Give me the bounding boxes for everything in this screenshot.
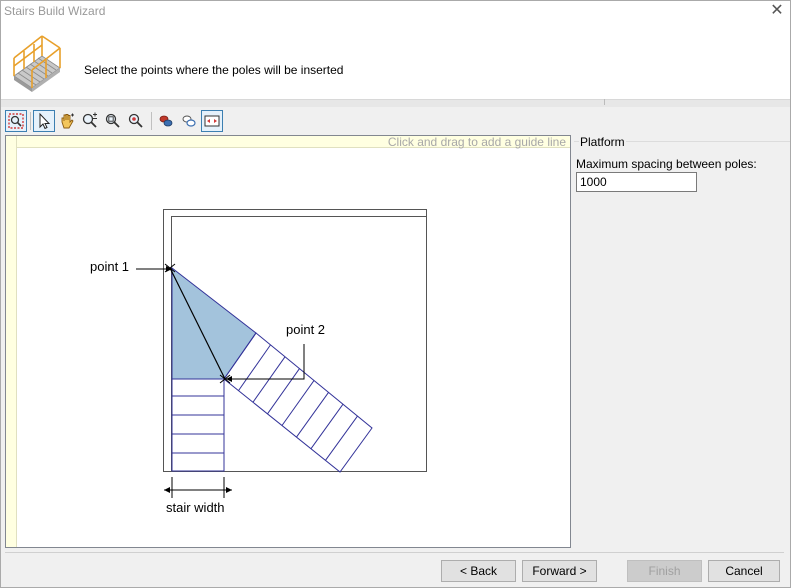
zoom-extents-icon[interactable] — [125, 110, 147, 132]
stair-plan-drawing: point 1 point 2 stair width — [90, 209, 427, 515]
spacing-input[interactable] — [576, 172, 697, 192]
remove-pole-icon[interactable] — [178, 110, 200, 132]
pointer-icon[interactable] — [33, 110, 55, 132]
spacing-label: Maximum spacing between poles: — [576, 157, 757, 171]
landing-area — [171, 266, 257, 380]
platform-panel: Platform Maximum spacing between poles: — [574, 135, 790, 548]
title-bar: Stairs Build Wizard ✕ — [1, 1, 790, 22]
zoom-window-icon[interactable] — [102, 110, 124, 132]
forward-button[interactable]: Forward > — [522, 560, 597, 582]
header-separator-tick — [604, 99, 605, 105]
cancel-button[interactable]: Cancel — [708, 560, 780, 582]
point-2-label: point 2 — [286, 322, 325, 337]
header-separator — [1, 99, 790, 107]
zoom-in-out-icon[interactable] — [79, 110, 101, 132]
fit-width-icon[interactable] — [201, 110, 223, 132]
toolbar-separator — [30, 112, 31, 130]
point-1-label: point 1 — [90, 259, 129, 274]
instruction-text: Select the points where the poles will b… — [84, 63, 344, 77]
stairs-icon — [13, 35, 61, 92]
platform-group-title: Platform — [579, 135, 626, 149]
toolbar-separator — [151, 112, 152, 130]
wizard-header: Select the points where the poles will b… — [1, 22, 790, 99]
pan-hand-icon[interactable] — [56, 110, 78, 132]
straight-flight — [171, 378, 225, 472]
close-button[interactable]: ✕ — [768, 2, 786, 20]
drawing-canvas[interactable]: Click and drag to add a guide line point… — [5, 135, 571, 548]
stair-width-label: stair width — [166, 500, 225, 515]
toolbar — [1, 108, 790, 134]
zoom-region-icon[interactable] — [5, 110, 27, 132]
window-title: Stairs Build Wizard — [4, 4, 106, 18]
footer-separator — [5, 552, 784, 553]
back-button[interactable]: < Back — [441, 560, 516, 582]
add-pole-icon[interactable] — [155, 110, 177, 132]
finish-button[interactable]: Finish — [627, 560, 702, 582]
diagonal-flight — [223, 332, 373, 473]
wizard-window: Stairs Build Wizard ✕ Select the points … — [0, 0, 791, 588]
stair-width-dimension — [164, 477, 232, 498]
point-1-marker[interactable] — [164, 263, 176, 273]
